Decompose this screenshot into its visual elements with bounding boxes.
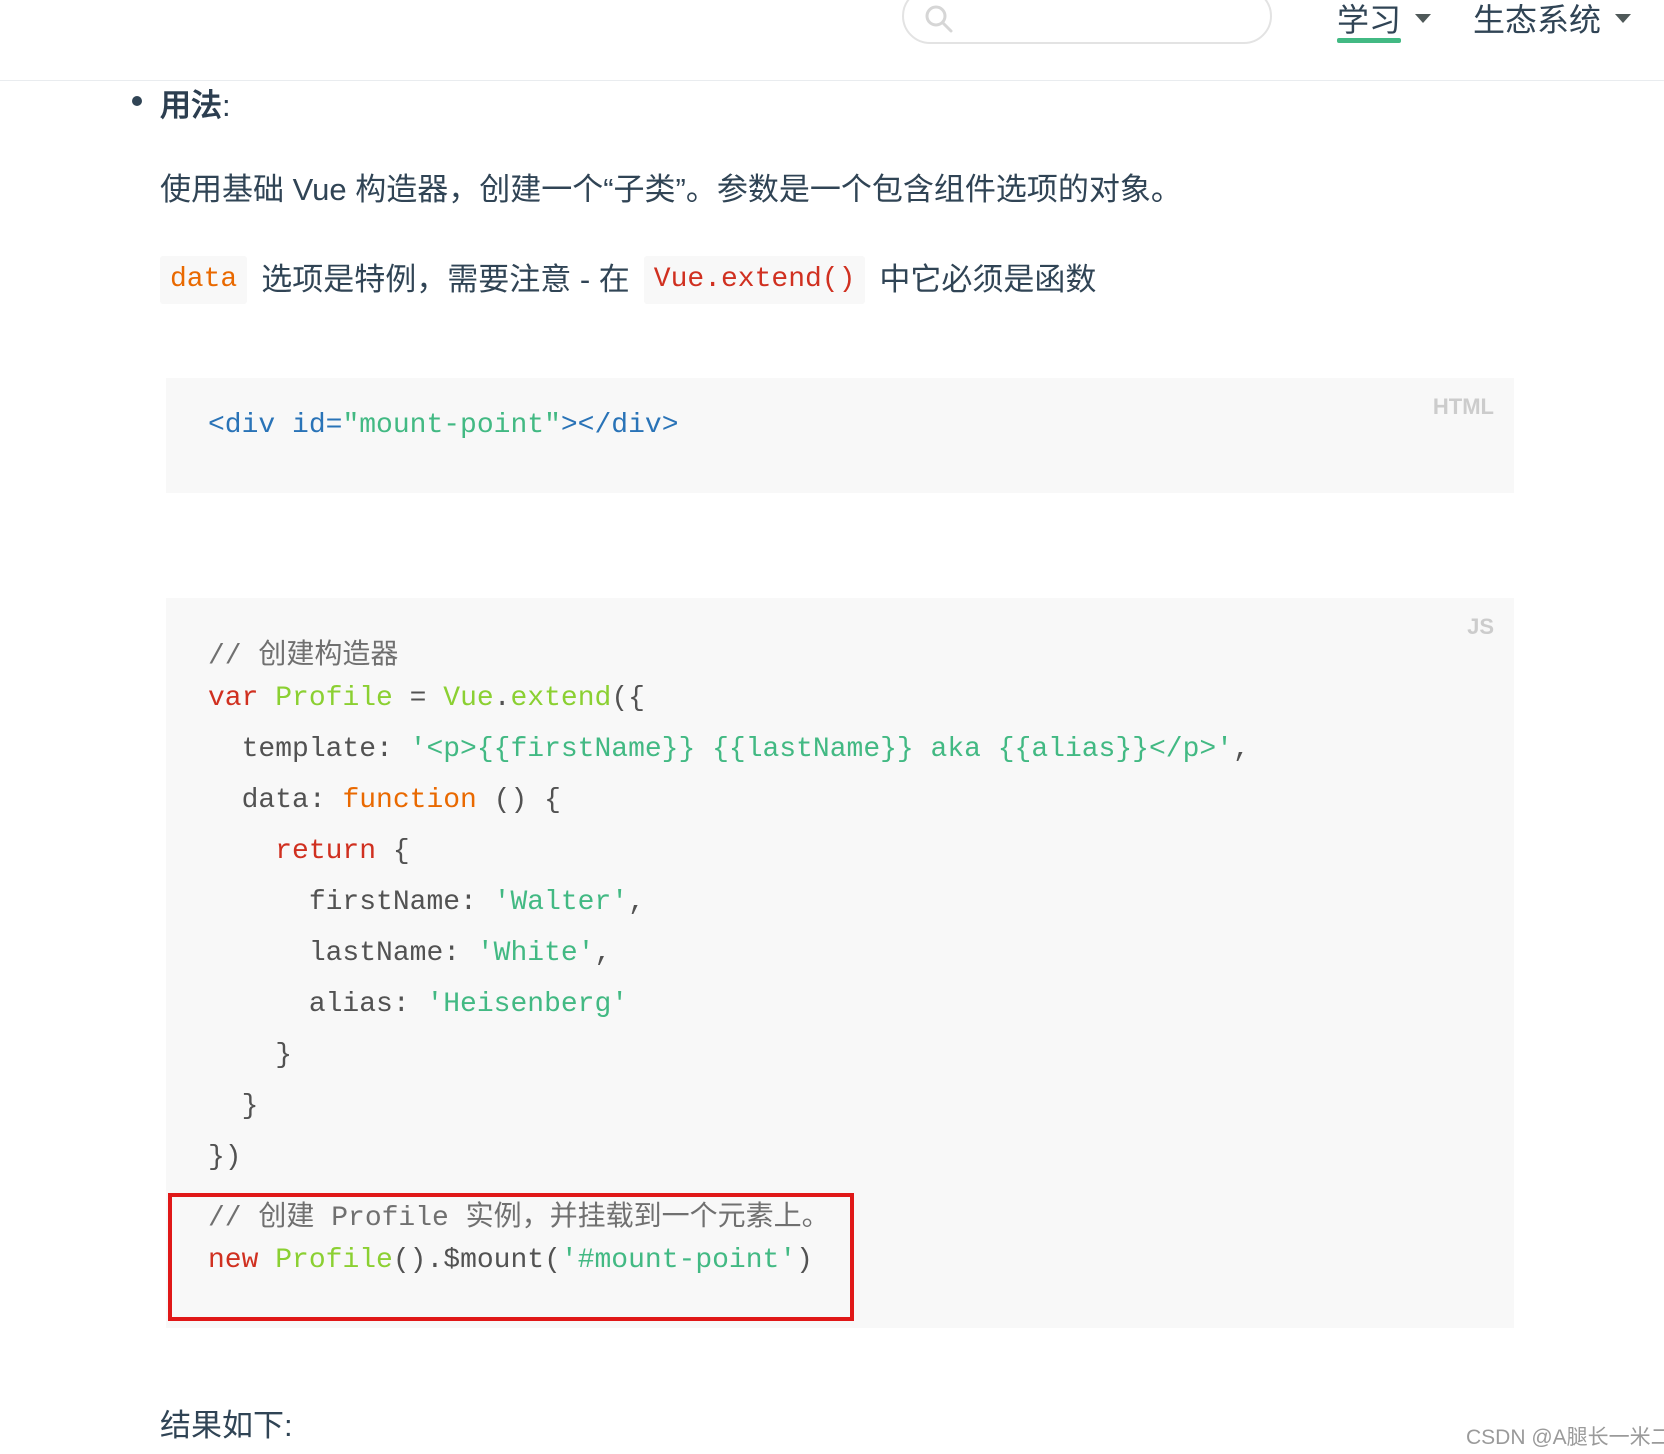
red-highlight-box [168, 1193, 854, 1321]
code-lang-label: HTML [1432, 394, 1494, 419]
nav-ecosystem-label: 生态系统 [1473, 2, 1602, 38]
result-label: 结果如下: [160, 1408, 293, 1443]
code-line: var Profile = Vue.extend({ [208, 683, 645, 714]
inline-code-vue-extend: Vue.extend() [643, 256, 866, 304]
data-note-paragraph: data 选项是特例，需要注意 - 在 Vue.extend() 中它必须是函数 [160, 256, 1096, 304]
code-line: data: function () { [241, 785, 561, 816]
code-line: alias: 'Heisenberg' [308, 989, 629, 1020]
caret-down-icon [1615, 13, 1632, 23]
search-box[interactable] [902, 0, 1272, 44]
code-line: template: '<p>{{firstName}} {{lastName}}… [241, 734, 1250, 765]
description-paragraph: 使用基础 Vue 构造器，创建一个“子类”。参数是一个包含组件选项的对象。 [160, 172, 1182, 207]
code-lang-label: JS [1467, 614, 1494, 639]
list-bullet [132, 96, 142, 106]
note-text-2: 中它必须是函数 [879, 262, 1097, 297]
search-input[interactable] [964, 0, 1258, 36]
top-navbar: 学习 生态系统 [0, 0, 1664, 81]
code-line: }) [208, 1142, 242, 1173]
usage-colon: : [222, 88, 231, 123]
usage-label: 用法 [160, 88, 222, 123]
active-nav-underline [1337, 38, 1401, 43]
search-icon [925, 5, 953, 33]
code-line: } [241, 1091, 259, 1122]
code-line: return { [275, 836, 410, 867]
caret-down-icon [1415, 13, 1432, 23]
note-text-1: 选项是特例，需要注意 - 在 [261, 262, 630, 297]
nav-learn-label: 学习 [1337, 2, 1402, 38]
code-line: lastName: 'White', [308, 938, 612, 969]
inline-code-data: data [160, 256, 248, 304]
code-line: firstName: 'Walter', [308, 887, 645, 918]
code-line: <div id="mount-point"></div> [208, 410, 679, 441]
code-line: // 创建构造器 [208, 641, 399, 672]
html-code-block: HTML <div id="mount-point"></div> [166, 378, 1514, 493]
nav-ecosystem-dropdown[interactable]: 生态系统 [1473, 0, 1632, 46]
code-line: } [275, 1040, 293, 1071]
watermark: CSDN @A腿长一米二 [1466, 1426, 1664, 1449]
usage-heading: 用法: [160, 80, 231, 125]
nav-learn-dropdown[interactable]: 学习 [1337, 0, 1432, 46]
